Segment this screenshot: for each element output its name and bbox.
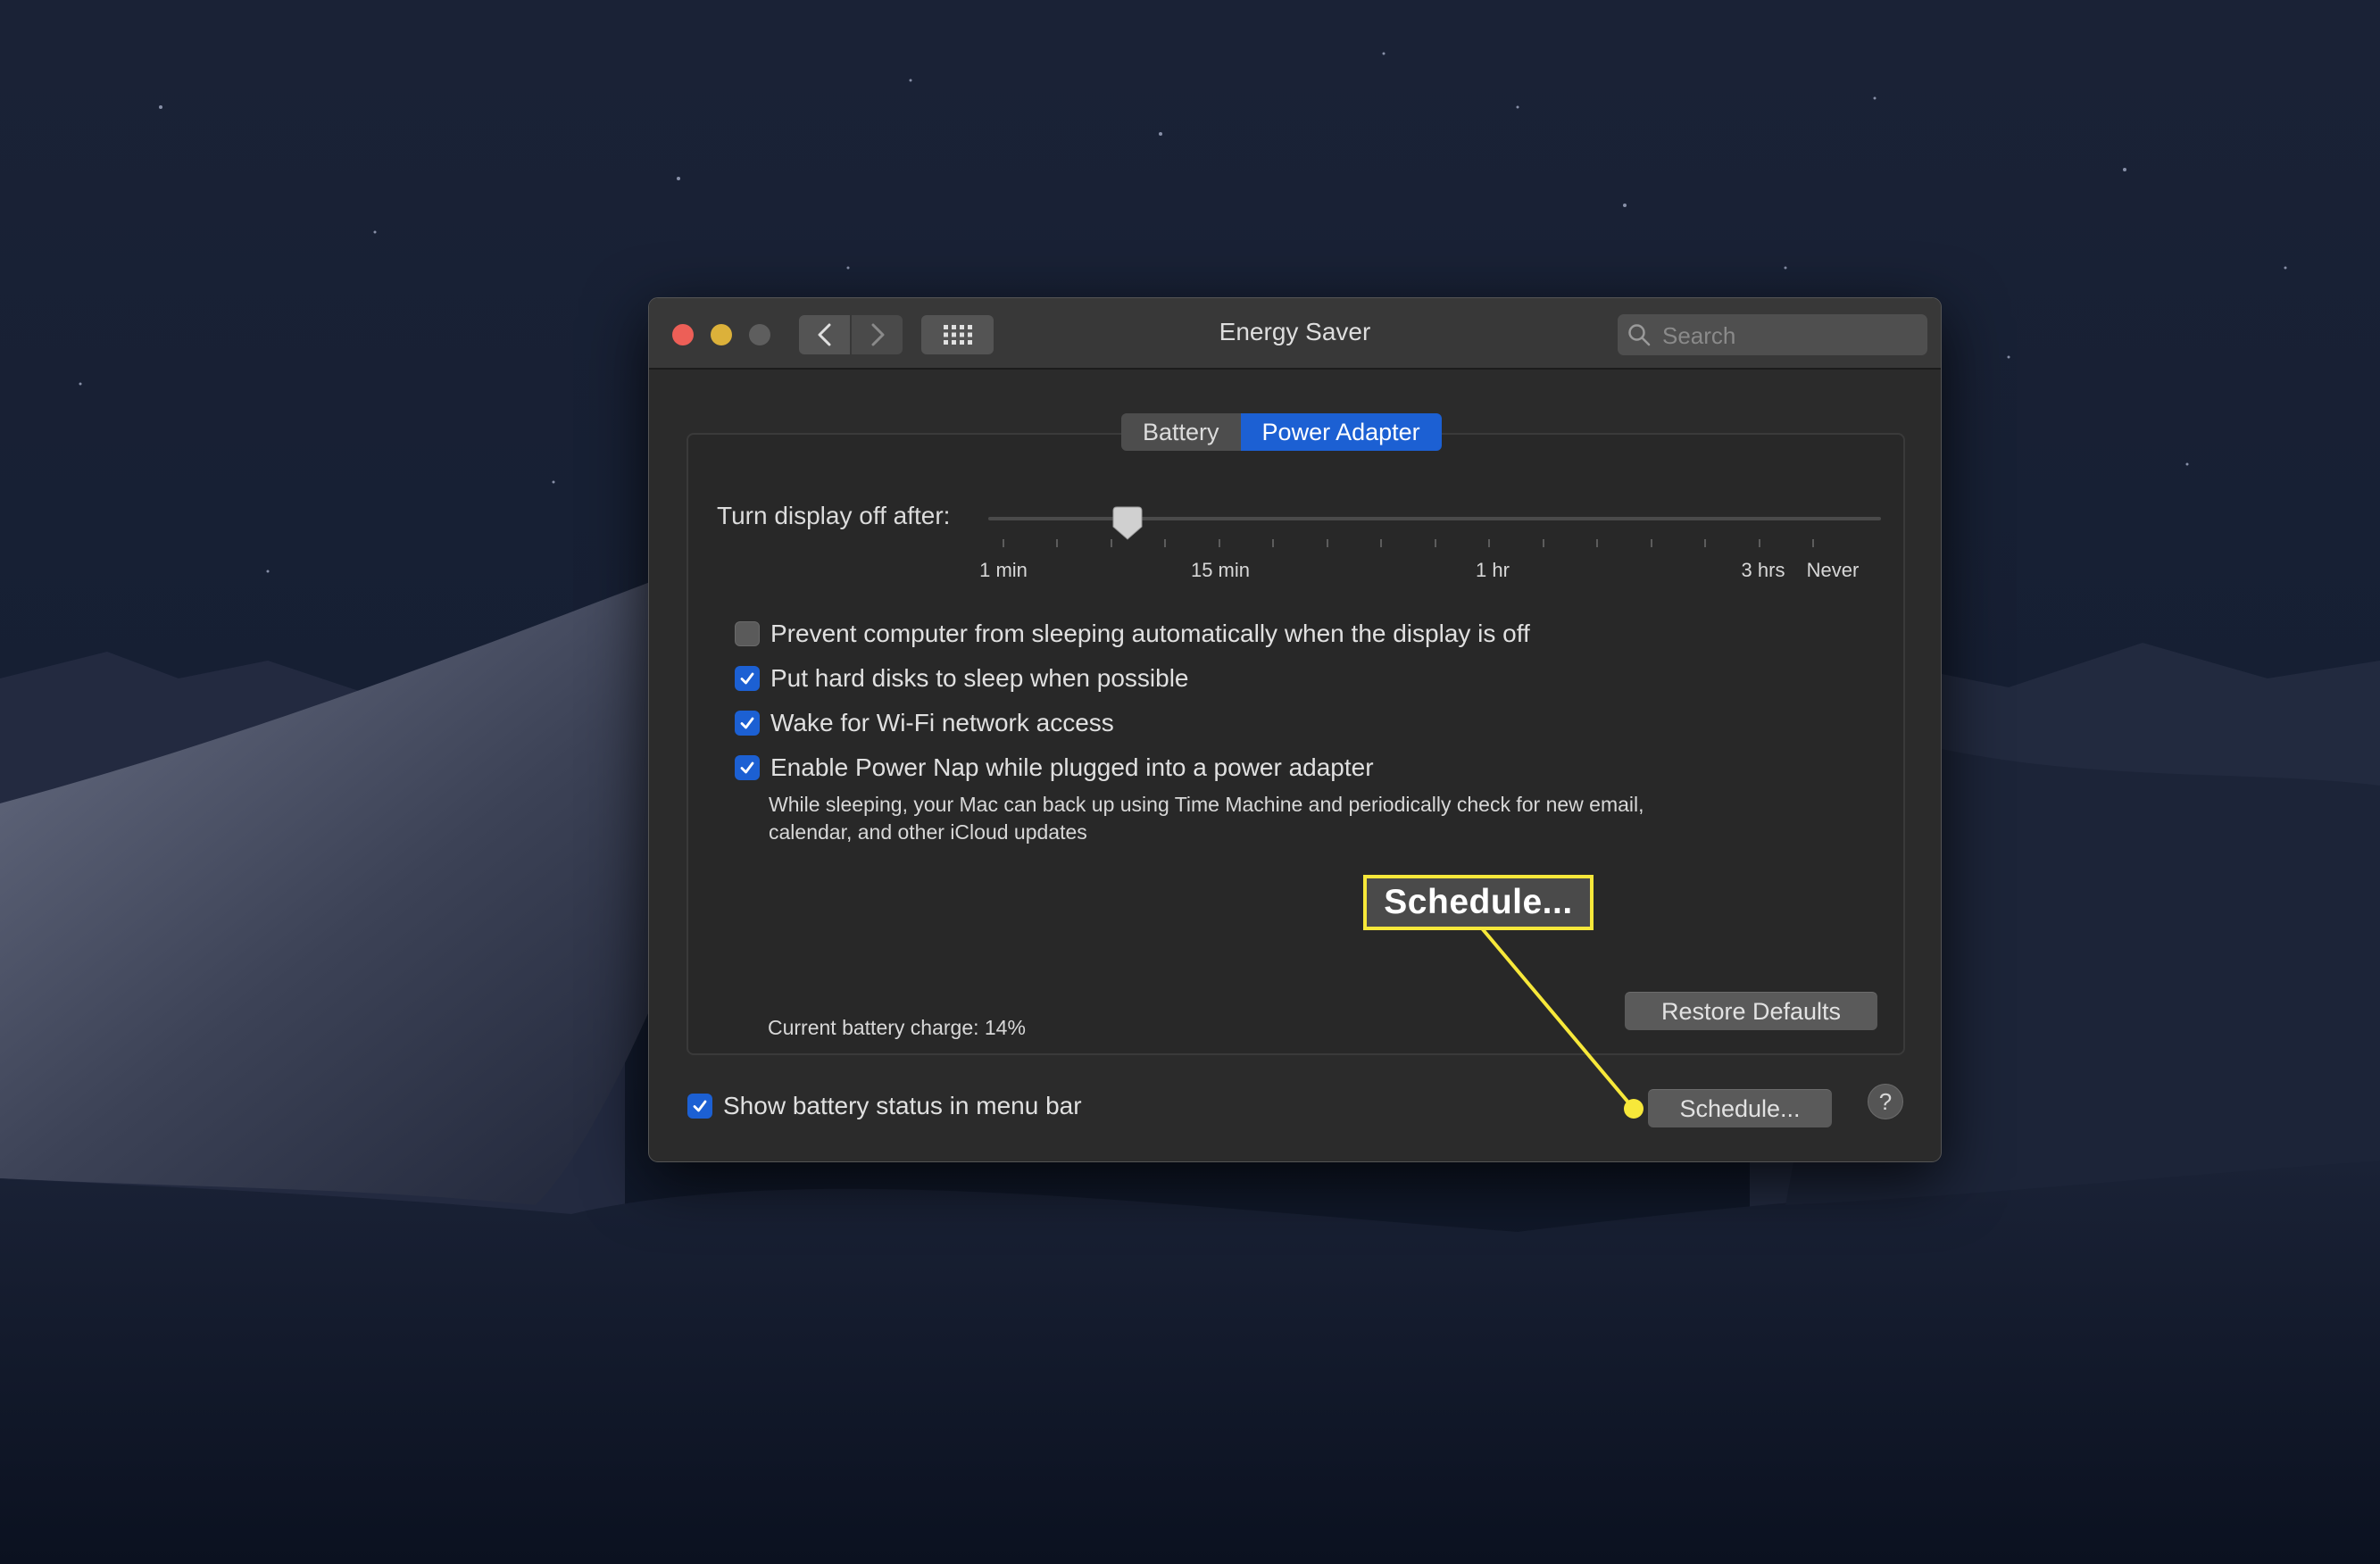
hard-disk-sleep-label: Put hard disks to sleep when possible <box>770 664 1189 692</box>
help-button[interactable]: ? <box>1868 1084 1903 1119</box>
tab-segmented-control: Battery Power Adapter <box>1121 413 1442 451</box>
prevent-sleep-label: Prevent computer from sleeping automatic… <box>770 620 1530 647</box>
search-field[interactable] <box>1618 314 1927 357</box>
show-battery-status-checkbox[interactable] <box>687 1094 712 1119</box>
checkmark-icon <box>740 717 754 729</box>
tick-label-3-hrs: 3 hrs <box>1741 559 1785 581</box>
tab-battery[interactable]: Battery <box>1121 413 1241 451</box>
battery-charge-text: Current battery charge: 14% <box>768 1016 1026 1039</box>
power-nap-option[interactable]: Enable Power Nap while plugged into a po… <box>735 753 1374 782</box>
title-bar: Energy Saver <box>649 298 1941 370</box>
schedule-button[interactable]: Schedule... <box>1648 1089 1832 1127</box>
tick-label-1-hr: 1 hr <box>1476 559 1510 581</box>
checkmark-icon <box>693 1100 707 1112</box>
prevent-sleep-checkbox[interactable] <box>735 621 760 646</box>
restore-defaults-button[interactable]: Restore Defaults <box>1625 992 1877 1030</box>
prevent-sleep-option[interactable]: Prevent computer from sleeping automatic… <box>735 620 1530 648</box>
hard-disk-sleep-option[interactable]: Put hard disks to sleep when possible <box>735 664 1189 693</box>
checkmark-icon <box>740 761 754 774</box>
wake-wifi-checkbox[interactable] <box>735 711 760 736</box>
power-nap-label: Enable Power Nap while plugged into a po… <box>770 753 1374 781</box>
search-input[interactable] <box>1660 314 1923 357</box>
show-battery-status-option[interactable]: Show battery status in menu bar <box>687 1092 1082 1120</box>
wake-wifi-label: Wake for Wi-Fi network access <box>770 709 1114 736</box>
power-nap-description: While sleeping, your Mac can back up usi… <box>769 791 1795 846</box>
checkmark-icon <box>740 672 754 685</box>
search-icon <box>1628 324 1651 346</box>
hard-disk-sleep-checkbox[interactable] <box>735 666 760 691</box>
tick-label-never: Never <box>1806 559 1860 581</box>
wake-wifi-option[interactable]: Wake for Wi-Fi network access <box>735 709 1114 737</box>
power-nap-checkbox[interactable] <box>735 755 760 780</box>
schedule-callout: Schedule... <box>1363 875 1594 930</box>
power-nap-description-line: calendar, and other iCloud updates <box>769 820 1087 844</box>
tick-label-1-min: 1 min <box>979 559 1028 581</box>
energy-saver-window: Energy Saver Battery Power Adapter Turn … <box>648 297 1942 1162</box>
show-battery-status-label: Show battery status in menu bar <box>723 1092 1082 1119</box>
display-off-label: Turn display off after: <box>717 502 951 529</box>
tab-power-adapter[interactable]: Power Adapter <box>1240 413 1442 451</box>
power-nap-description-line: While sleeping, your Mac can back up usi… <box>769 793 1644 816</box>
tick-label-15-min: 15 min <box>1190 559 1251 581</box>
